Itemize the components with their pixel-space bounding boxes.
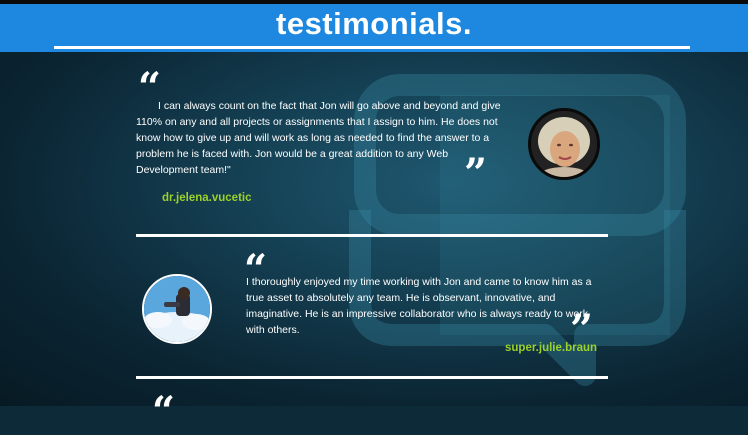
portrait-woman-icon [531, 111, 597, 177]
open-quote-icon: “ [152, 388, 176, 435]
title-underline [54, 46, 690, 49]
testimonial-divider [136, 376, 608, 379]
page-header: testimonials. [0, 0, 748, 52]
chat-bubbles-watermark-icon [349, 74, 686, 386]
top-strip [0, 0, 748, 4]
testimonial-divider [136, 234, 608, 237]
background [0, 0, 748, 406]
close-quote-icon: ” [464, 150, 488, 197]
testimonial-text: I thoroughly enjoyed my time working wit… [246, 276, 592, 336]
avatar [528, 108, 600, 180]
page-title: testimonials. [276, 6, 472, 41]
testimonial-author[interactable]: super.julie.braun [505, 342, 597, 354]
testimonial-author[interactable]: dr.jelena.vucetic [162, 192, 252, 204]
avatar [142, 274, 212, 344]
testimonial-text: I can always count on the fact that Jon … [136, 100, 501, 176]
portrait-sky-icon [144, 276, 210, 342]
